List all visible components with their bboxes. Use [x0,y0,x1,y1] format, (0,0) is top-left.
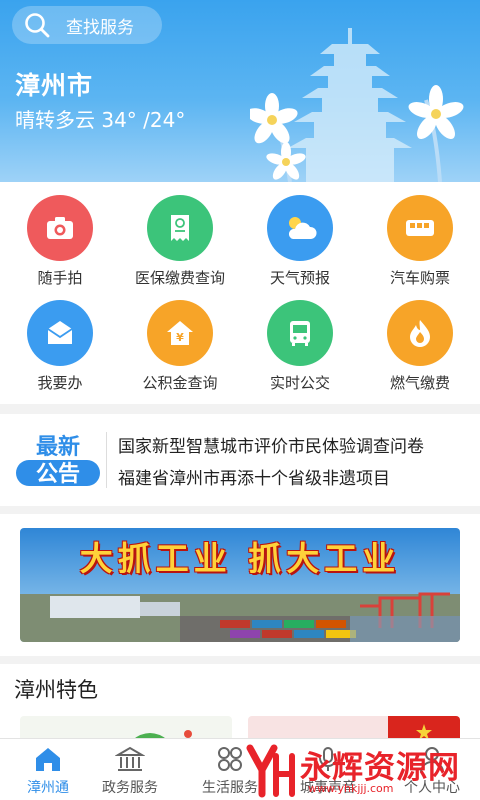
government-building-icon [115,746,145,771]
house-fund-icon: ¥ [147,300,213,366]
search-placeholder: 查找服务 [66,17,134,38]
search-bar[interactable]: 查找服务 [12,6,162,44]
service-label: 燃气缴费 [389,374,450,392]
service-item-suishoupai[interactable]: 随手拍 [0,195,120,288]
bus-ticket-icon [387,195,453,261]
svg-text:公告: 公告 [36,462,80,487]
search-icon [25,13,50,38]
pagoda-illustration [250,28,464,182]
notice-item[interactable]: 福建省漳州市再添十个省级非遗项目 [118,464,390,489]
announcement-panel: 最新 公告 国家新型智慧城市评价市民体验调查问卷 福建省漳州市再添十个省级非遗项… [0,414,480,506]
service-item-realtime-bus[interactable]: 实时公交 [240,300,360,393]
service-label: 我要办 [37,374,83,392]
service-label: 医保缴费查询 [134,269,225,287]
weather-icon [267,195,333,261]
service-item-medical-insurance[interactable]: 医保缴费查询 [120,195,240,288]
section-title: 漳州特色 [14,678,98,702]
industry-banner[interactable]: 大抓工业 抓大工业 [20,528,460,642]
envelope-icon [27,300,93,366]
service-label: 随手拍 [37,269,83,287]
watermark-text: 永辉资源网 [300,750,460,786]
home-icon [36,748,60,771]
latest-notice-badge: 最新 公告 [16,434,100,487]
feature-card[interactable] [248,716,460,740]
banner-slogan: 大抓工业 抓大工业 [79,539,401,578]
tab-government-services[interactable]: 政务服务 [82,739,178,800]
service-item-gas-payment[interactable]: 燃气缴费 [360,300,480,393]
svg-text:最新: 最新 [36,434,80,460]
site-watermark: 永辉资源网 www.yhkjjj.com [246,742,480,800]
service-grid: 随手拍 医保缴费查询 天气预报 汽车购票 我要办 ¥ 公积金查询 实时公交 燃气… [0,182,480,404]
receipt-icon [147,195,213,261]
service-label: 天气预报 [269,269,330,287]
bus-icon [267,300,333,366]
watermark-url: www.yhkjjj.com [308,782,394,795]
features-section: 漳州特色 [0,664,480,740]
service-label: 公积金查询 [142,374,218,392]
service-label: 汽车购票 [389,269,450,287]
weather-summary: 晴转多云 34° /24° [15,108,186,132]
service-item-housing-fund[interactable]: ¥ 公积金查询 [120,300,240,393]
service-item-bus-ticket[interactable]: 汽车购票 [360,195,480,288]
tab-label: 政务服务 [102,780,158,796]
service-label: 实时公交 [269,374,330,392]
service-item-wo-yao-ban[interactable]: 我要办 [0,300,120,393]
flame-icon [387,300,453,366]
notice-divider [106,432,107,488]
watermark-logo-icon [246,744,295,798]
service-item-weather[interactable]: 天气预报 [240,195,360,288]
city-name: 漳州市 [15,71,94,100]
notice-item[interactable]: 国家新型智慧城市评价市民体验调查问卷 [118,432,424,457]
header: 查找服务 漳州市 晴转多云 34° /24° [0,0,480,182]
camera-icon [27,195,93,261]
banner-section: 大抓工业 抓大工业 [0,514,480,656]
feature-card[interactable] [20,716,232,740]
grid-icon [218,747,242,771]
svg-text:¥: ¥ [176,331,184,344]
